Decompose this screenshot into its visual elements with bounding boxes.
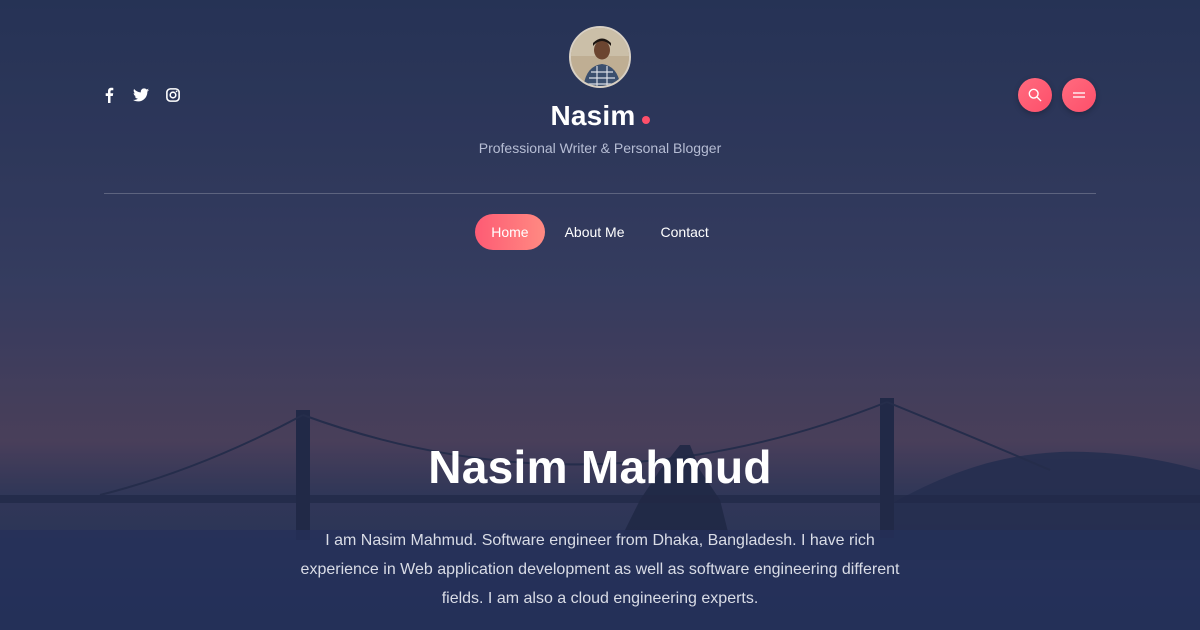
site-tagline: Professional Writer & Personal Blogger bbox=[478, 140, 722, 156]
person-avatar-icon bbox=[571, 28, 629, 86]
site-title-text[interactable]: Nasim bbox=[550, 100, 635, 132]
hero-title: Nasim Mahmud bbox=[428, 441, 772, 493]
site-title[interactable]: Nasim bbox=[550, 100, 650, 132]
avatar[interactable] bbox=[569, 26, 631, 88]
nav-item-about-me[interactable]: About Me bbox=[549, 214, 641, 250]
site-branding: Nasim Professional Writer & Personal Blo… bbox=[0, 26, 1200, 156]
nav-item-home[interactable]: Home bbox=[475, 214, 545, 250]
header-divider bbox=[104, 193, 1096, 194]
main-nav: Home About Me Contact bbox=[0, 214, 1200, 250]
title-accent-dot bbox=[641, 116, 650, 124]
hero-description: I am Nasim Mahmud. Software engineer fro… bbox=[300, 532, 900, 607]
hero-section: Nasim Mahmud I am Nasim Mahmud. Software… bbox=[0, 440, 1200, 613]
nav-item-contact[interactable]: Contact bbox=[645, 214, 725, 250]
